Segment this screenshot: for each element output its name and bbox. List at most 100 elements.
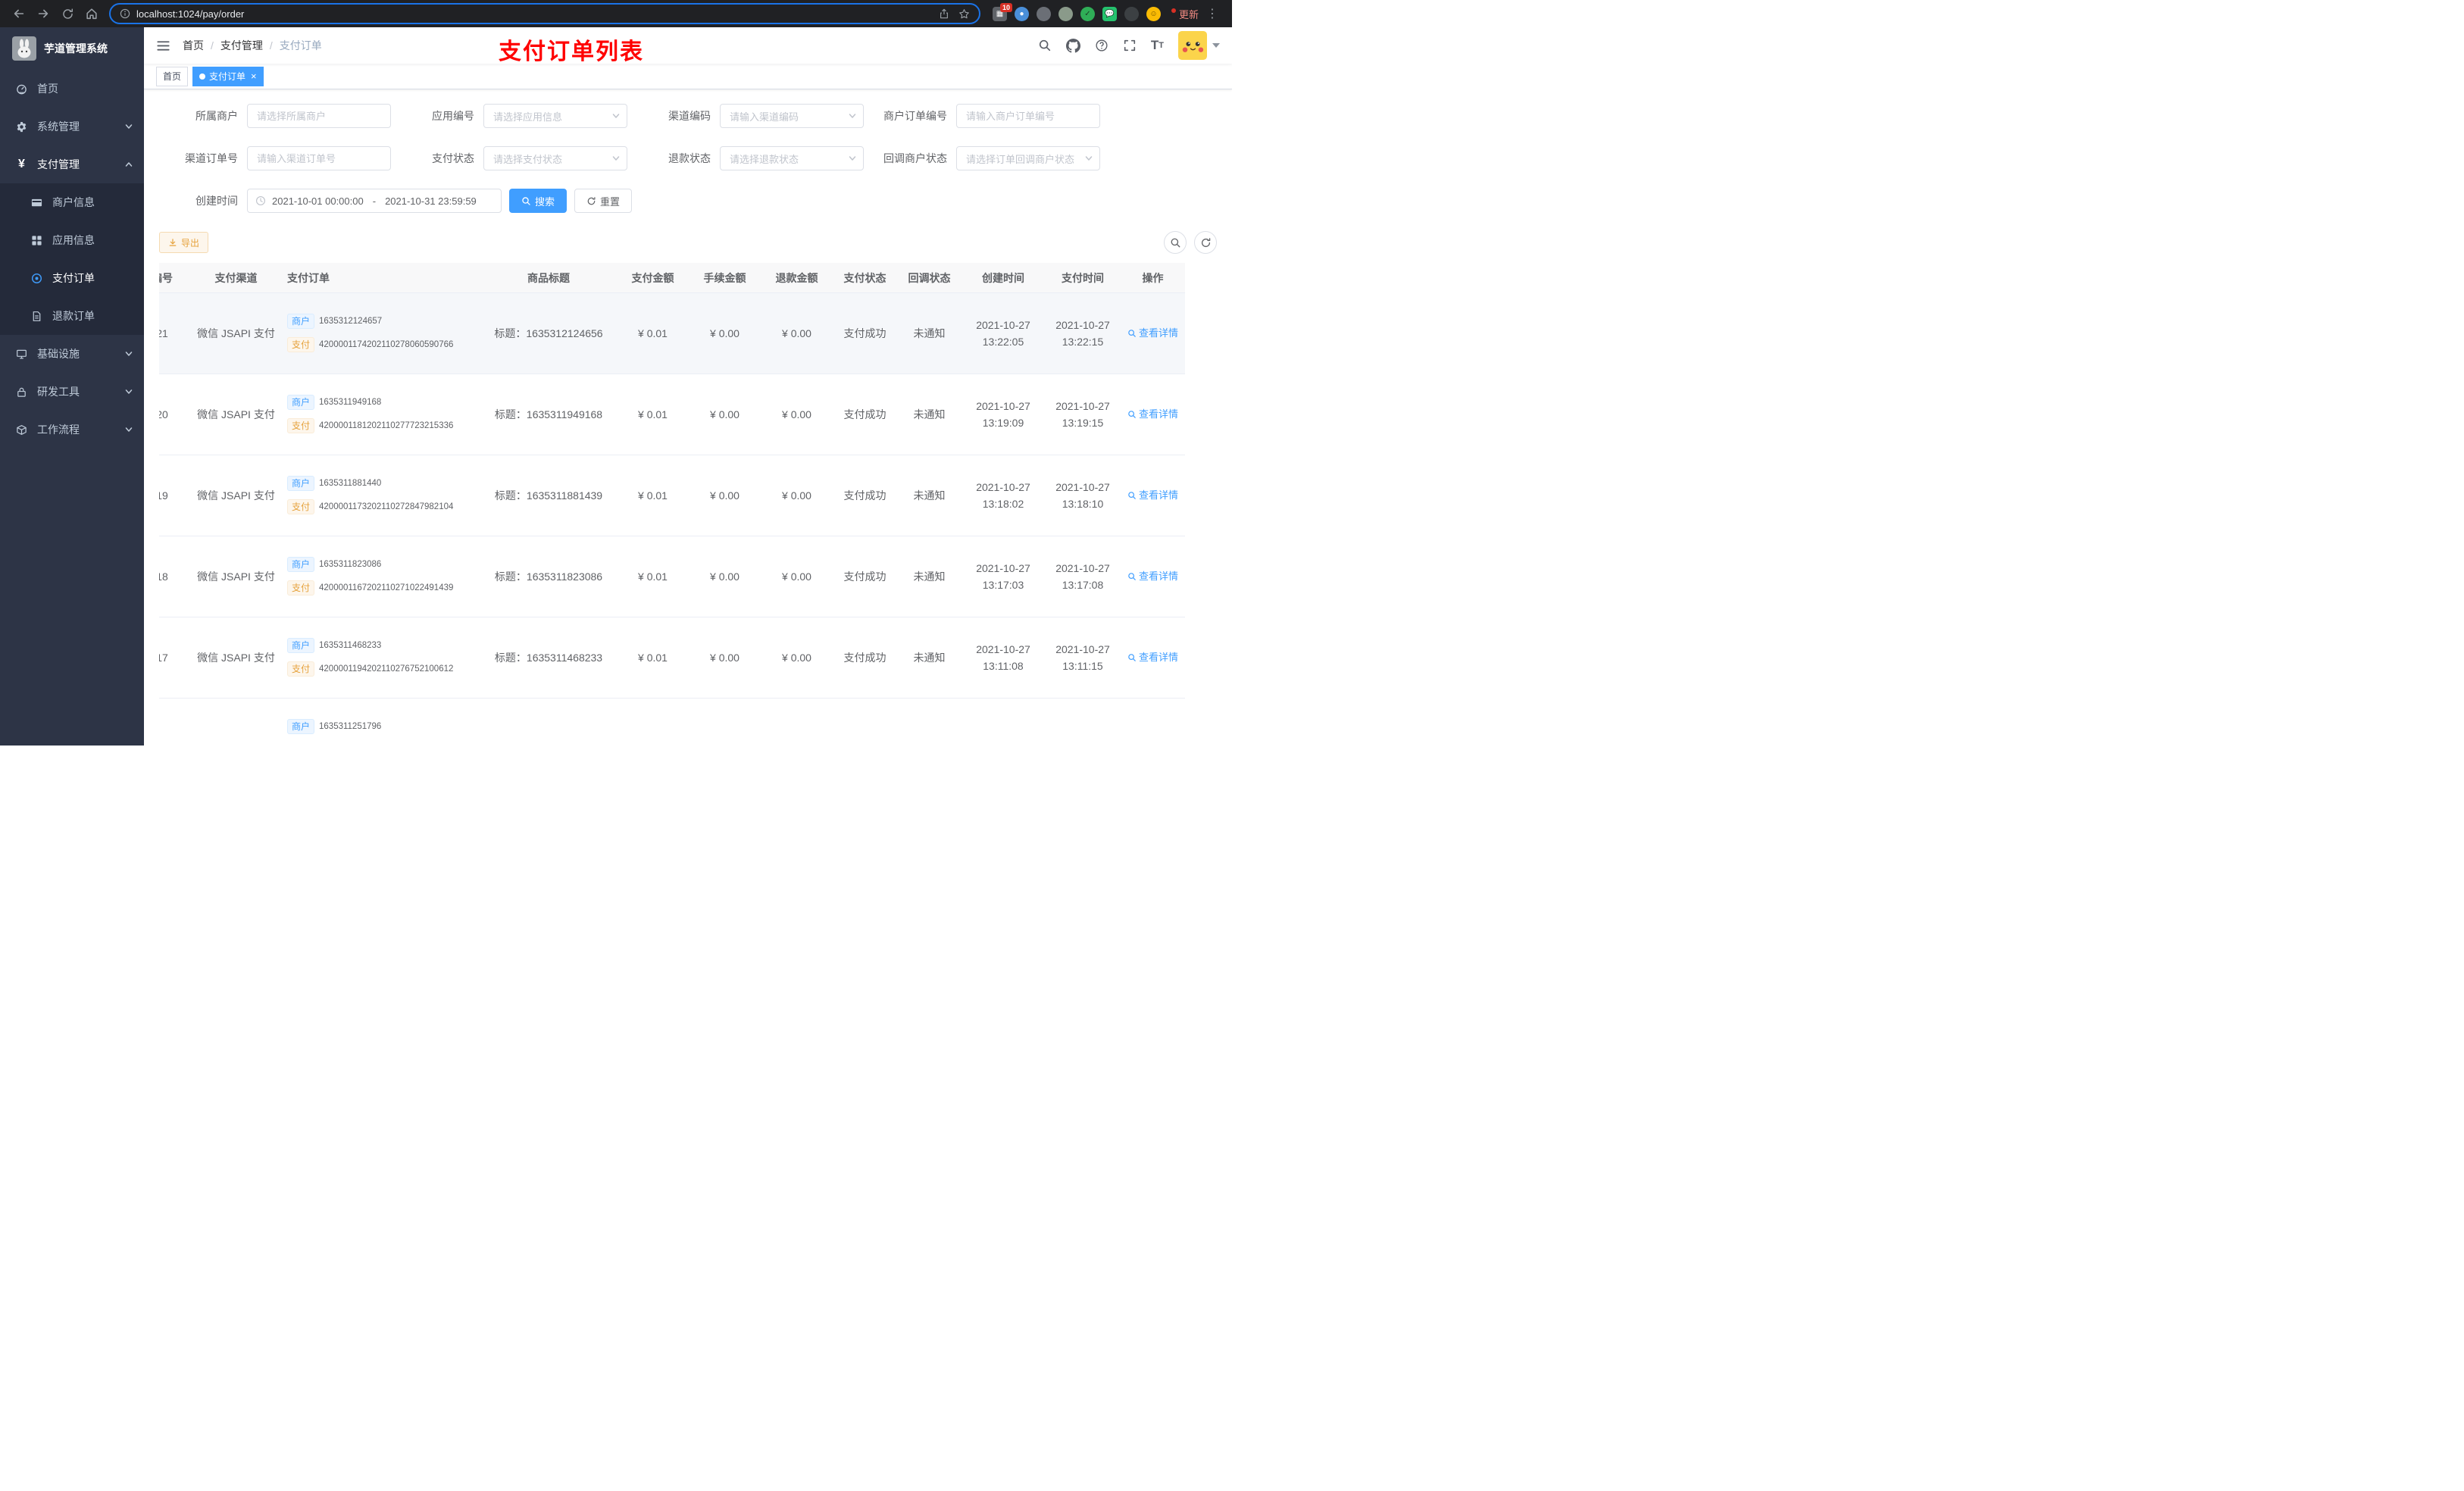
merchant-order-no: 1635311251796	[319, 722, 382, 731]
column-header-0: 编号	[159, 271, 173, 284]
info-icon[interactable]	[120, 8, 130, 19]
navbar-actions: TT	[1038, 31, 1220, 60]
filter-select-0-2[interactable]: 请输入渠道编码	[720, 104, 864, 128]
header-search-icon[interactable]	[1038, 39, 1052, 52]
main-content: 首页 / 支付管理 / 支付订单 支付订单列表 TT 首页 支付订单 × 所属商…	[144, 27, 1232, 746]
cell-action: 查看详情	[1121, 536, 1185, 617]
sidebar-item-5[interactable]: 支付订单	[0, 259, 144, 297]
extension-icon[interactable]: 💬	[1102, 6, 1117, 21]
sidebar-item-7[interactable]: 基础设施	[0, 335, 144, 373]
sidebar-item-label: 应用信息	[52, 234, 95, 246]
sidebar-item-9[interactable]: 工作流程	[0, 411, 144, 449]
view-detail-label: 查看详情	[1138, 489, 1178, 501]
cell-channel: 微信 JSAPI 支付	[197, 652, 275, 664]
cell-channel: 微信 JSAPI 支付	[197, 408, 275, 420]
browser-reload-icon[interactable]	[56, 2, 79, 25]
table-row-0: 21 微信 JSAPI 支付 商户 1635312124657 支付 4200001174…	[159, 293, 1185, 374]
cell-create-time: 2021-10-27 13:18:02	[976, 481, 1030, 510]
extension-icon[interactable]: ●	[1015, 6, 1029, 21]
update-dot	[1171, 8, 1176, 13]
filter-input-1-0[interactable]	[247, 146, 391, 170]
sidebar-item-8[interactable]: 研发工具	[0, 373, 144, 411]
cell-fee: ¥ 0.00	[710, 408, 740, 420]
chevron-down-icon	[124, 387, 133, 396]
close-icon[interactable]: ×	[251, 71, 257, 81]
pay-order-no: 4200001181202110277723215336	[319, 421, 454, 430]
sidebar-item-2[interactable]: ¥ 支付管理	[0, 145, 144, 183]
breadcrumb-separator: /	[269, 39, 273, 52]
select-placeholder: 请选择应用信息	[493, 111, 563, 123]
sidebar-item-0[interactable]: 首页	[0, 70, 144, 108]
toggle-search-button[interactable]	[1164, 231, 1187, 254]
hamburger-icon[interactable]	[156, 39, 170, 53]
chevron-down-icon	[124, 349, 133, 358]
tab-active-dot	[199, 73, 206, 80]
extension-icon[interactable]	[1037, 6, 1051, 21]
view-detail-link[interactable]: 查看详情	[1127, 568, 1178, 585]
github-icon[interactable]	[1065, 38, 1080, 53]
extension-icon[interactable]: ▦ 10	[993, 2, 1012, 21]
sidebar-item-6[interactable]: 退款订单	[0, 297, 144, 335]
cell-pay-time: 2021-10-27 13:17:08	[1055, 562, 1110, 591]
search-button[interactable]: 搜索	[509, 189, 568, 213]
date-range-picker[interactable]: 2021-10-01 00:00:00-2021-10-31 23:59:59	[247, 189, 502, 213]
browser-home-icon[interactable]	[80, 2, 103, 25]
user-menu[interactable]	[1178, 31, 1220, 60]
fullscreen-icon[interactable]	[1123, 39, 1137, 52]
view-detail-label: 查看详情	[1138, 652, 1178, 663]
page-annotation: 支付订单列表	[499, 39, 644, 64]
export-button[interactable]: 导出	[159, 232, 209, 253]
extension-icon[interactable]	[1058, 6, 1073, 21]
share-icon[interactable]	[939, 8, 949, 19]
avatar[interactable]	[1178, 31, 1207, 60]
breadcrumb-item-pay[interactable]: 支付管理	[220, 38, 263, 53]
chevron-down-icon	[124, 122, 133, 131]
extension-icon[interactable]: ☺	[1146, 6, 1161, 21]
sidebar-item-3[interactable]: 商户信息	[0, 183, 144, 221]
help-icon[interactable]	[1095, 39, 1108, 52]
browser-forward-icon[interactable]	[32, 2, 55, 25]
bookmark-star-icon[interactable]	[958, 8, 970, 20]
merchant-tag: 商户	[287, 557, 315, 572]
cell-pay-time: 2021-10-27 13:18:10	[1055, 481, 1110, 510]
filter-select-1-2[interactable]: 请选择退款状态	[720, 146, 864, 170]
browser-back-icon[interactable]	[8, 2, 30, 25]
refresh-table-button[interactable]	[1194, 231, 1217, 254]
filter-input-0-3[interactable]	[956, 104, 1100, 128]
logo-image	[12, 36, 36, 61]
filter-input-0-0[interactable]	[247, 104, 391, 128]
merchant-order-no: 1635312124657	[319, 317, 383, 326]
cell-channel	[192, 699, 280, 746]
browser-menu-icon[interactable]: ⋮	[1206, 6, 1218, 21]
extension-icon[interactable]: ✓	[1080, 6, 1095, 21]
font-size-icon[interactable]: TT	[1151, 38, 1164, 53]
filter-select-1-1[interactable]: 请选择支付状态	[483, 146, 627, 170]
gear-icon	[15, 120, 28, 133]
breadcrumb-item-home[interactable]: 首页	[183, 38, 204, 53]
app-logo[interactable]: 芋道管理系统	[0, 27, 144, 70]
tab-1[interactable]: 支付订单 ×	[192, 66, 264, 86]
sidebar-item-label: 退款订单	[52, 310, 95, 322]
extension-icon[interactable]	[1124, 6, 1139, 21]
cell-amount	[617, 699, 689, 746]
view-detail-link[interactable]: 查看详情	[1127, 487, 1178, 504]
table-row-4: 17 微信 JSAPI 支付 商户 1635311468233 支付 4200001194…	[159, 617, 1185, 699]
column-header-5: 手续金额	[703, 271, 746, 284]
browser-update-button[interactable]: 更新	[1171, 7, 1199, 21]
chevron-down-icon	[848, 111, 857, 120]
tab-0[interactable]: 首页	[156, 66, 189, 86]
cell-create-time: 2021-10-27 13:11:08	[976, 643, 1030, 672]
chevron-down-icon	[611, 111, 621, 120]
reset-button[interactable]: 重置	[574, 189, 633, 213]
filter-select-1-3[interactable]: 请选择订单回调商户状态	[956, 146, 1100, 170]
cell-notify	[897, 699, 962, 746]
screen: localhost:1024/pay/order ▦ 10 ● ✓ 💬 ☺ 更新 …	[0, 0, 1232, 746]
url-bar[interactable]: localhost:1024/pay/order	[109, 3, 980, 24]
view-detail-link[interactable]: 查看详情	[1127, 406, 1178, 423]
cell-action: 查看详情	[1121, 374, 1185, 455]
view-detail-link[interactable]: 查看详情	[1127, 649, 1178, 666]
sidebar-item-4[interactable]: 应用信息	[0, 221, 144, 259]
filter-select-0-1[interactable]: 请选择应用信息	[483, 104, 627, 128]
view-detail-link[interactable]: 查看详情	[1127, 325, 1178, 342]
sidebar-item-1[interactable]: 系统管理	[0, 108, 144, 145]
